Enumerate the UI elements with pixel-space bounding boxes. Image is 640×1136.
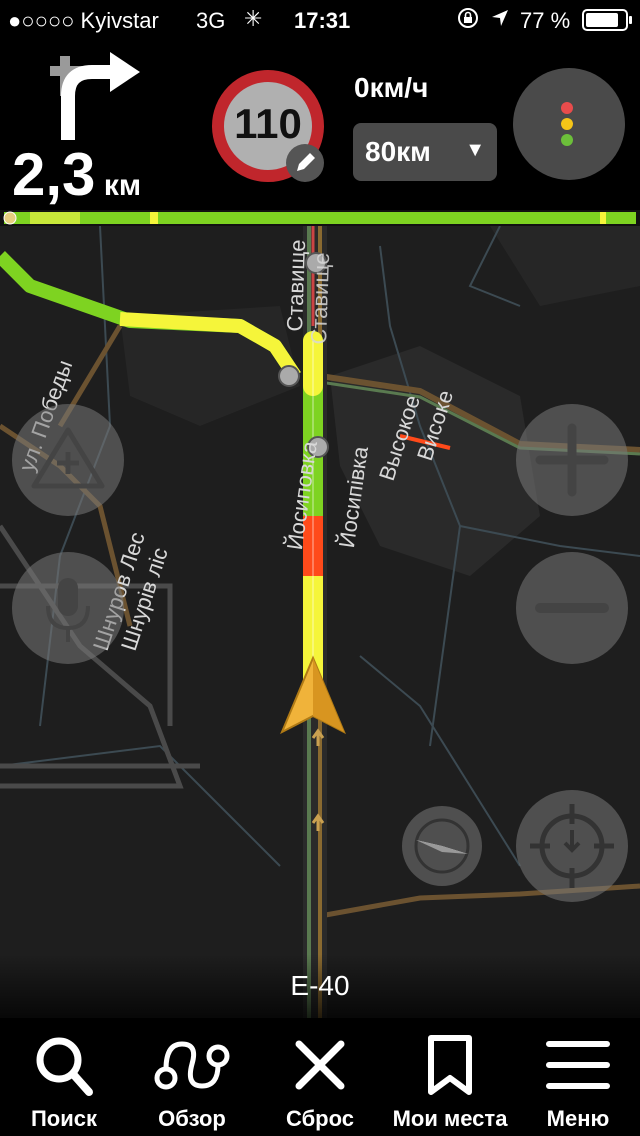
current-speed: 0км/ч (354, 72, 429, 103)
crosshair-location-icon (530, 804, 614, 888)
compass-button[interactable] (402, 806, 482, 886)
menu-button[interactable]: Меню (528, 1018, 628, 1136)
menu-label: Меню (546, 1106, 610, 1131)
traffic-light-icon (561, 102, 573, 146)
time-label: 17:31 (294, 8, 351, 33)
search-button[interactable]: Поиск (14, 1018, 114, 1136)
my-location-button[interactable] (516, 790, 628, 902)
plus-icon (535, 423, 609, 497)
speed-limit-value: 110 (234, 100, 302, 147)
search-icon (36, 1037, 93, 1096)
zoom-out-button[interactable] (516, 552, 628, 664)
maneuver-distance-value: 2,3 (12, 141, 96, 208)
alert-distance-select[interactable]: 80км ▼ (353, 123, 497, 181)
microphone-icon (46, 578, 90, 642)
map-view[interactable]: ул. Победы Шнуров Лес Шнурів ліс Йосипов… (0, 226, 640, 1018)
close-icon (295, 1040, 345, 1090)
overview-label: Обзор (158, 1106, 226, 1131)
compass-icon (414, 818, 470, 874)
activity-icon: ✳ (244, 6, 263, 31)
voice-search-button[interactable] (12, 552, 124, 664)
rotation-lock-icon (456, 6, 480, 36)
carrier-label: ●○○○○ Kyivstar (8, 8, 159, 33)
edit-pencil-icon[interactable] (286, 144, 324, 182)
route-overview-icon (154, 1041, 230, 1090)
road-name-bar: E-40 (0, 954, 640, 1018)
add-road-event-button[interactable] (12, 404, 124, 516)
search-label: Поиск (30, 1106, 98, 1131)
warning-plus-icon (31, 427, 105, 489)
minus-icon (535, 603, 609, 613)
speed-limit-sign[interactable]: 110 (212, 70, 324, 182)
reset-label: Сброс (285, 1106, 354, 1131)
battery-icon (582, 8, 634, 38)
reset-button[interactable]: Сброс (270, 1018, 370, 1136)
zoom-in-button[interactable] (516, 404, 628, 516)
road-name: E-40 (290, 970, 350, 1001)
route-progress-bar (0, 210, 640, 226)
status-bar: ●○○○○ Kyivstar 3G ✳ 17:31 77 % (0, 0, 640, 40)
my-places-label: Мои места (392, 1106, 508, 1131)
maneuver-distance: 2,3 км (12, 140, 141, 209)
hamburger-menu-icon (546, 1041, 610, 1089)
bookmark-icon (428, 1035, 472, 1095)
chevron-down-icon: ▼ (465, 139, 485, 161)
turn-right-arrow-icon (40, 44, 150, 144)
traffic-button[interactable] (513, 68, 625, 180)
alert-distance-value: 80км (365, 136, 431, 167)
location-icon (490, 8, 510, 34)
place-label-stavishche-ua: Ставище (306, 252, 335, 345)
battery-label: 77 % (520, 8, 571, 33)
network-label: 3G (196, 8, 226, 33)
bottom-toolbar: Поиск Обзор Сброс Мои места Меню (0, 1018, 640, 1136)
guidance-panel: 2,3 км 110 0км/ч 80км ▼ (0, 40, 640, 210)
overview-button[interactable]: Обзор (142, 1018, 242, 1136)
maneuver-distance-unit: км (103, 169, 142, 202)
my-places-button[interactable]: Мои места (385, 1018, 515, 1136)
